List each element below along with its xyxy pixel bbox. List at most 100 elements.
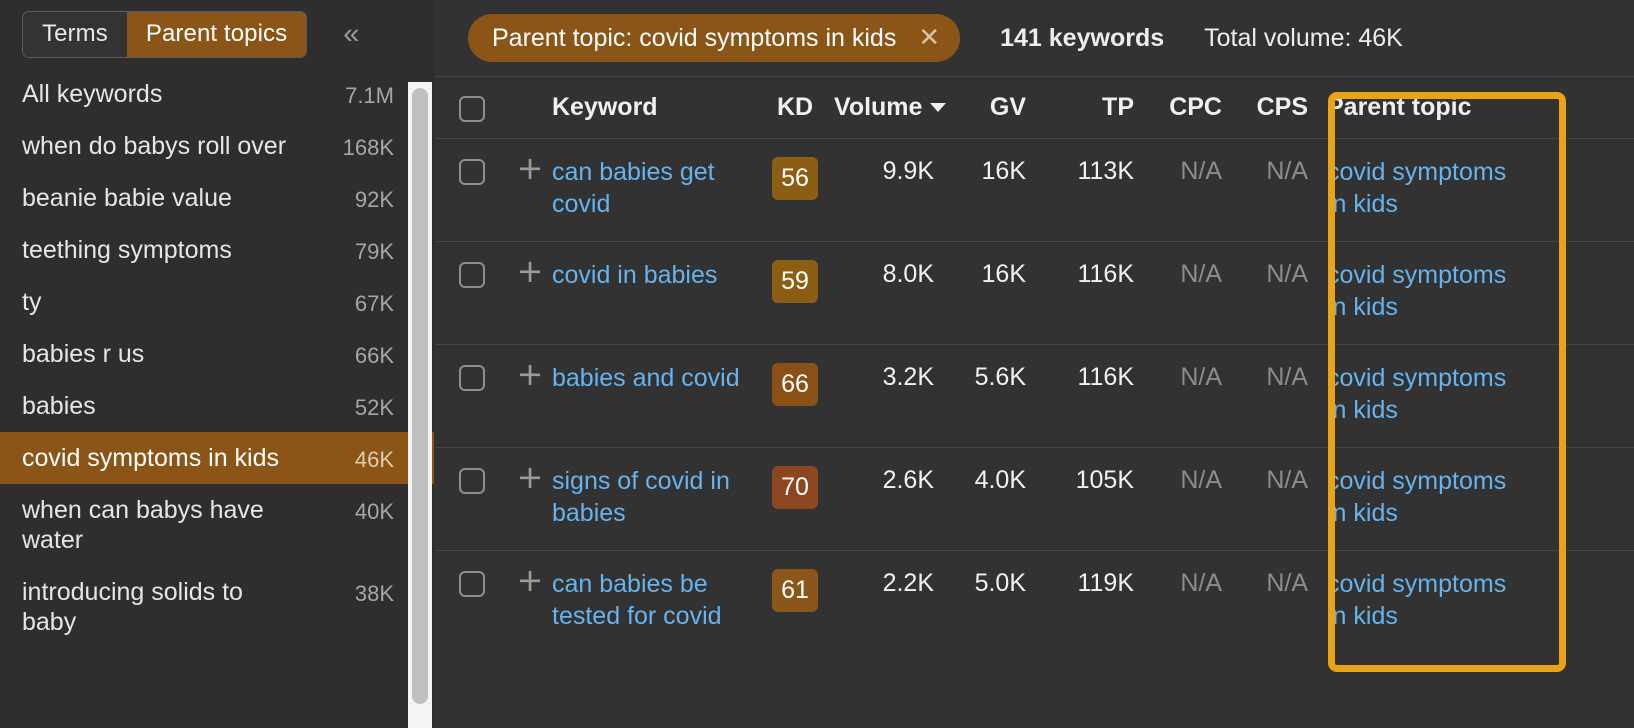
list-item-label: teething symptoms: [22, 236, 232, 264]
volume-value: 3.2K: [882, 363, 934, 391]
parent-topic-link[interactable]: covid symptoms in kids: [1327, 261, 1506, 321]
keyword-list: All keywords 7.1M when do babys roll ove…: [0, 68, 434, 728]
plus-icon[interactable]: +: [517, 564, 544, 596]
checkbox-icon[interactable]: [459, 95, 485, 122]
volume-value: 8.0K: [882, 260, 934, 288]
list-item[interactable]: introducing solids to baby 38K: [0, 566, 434, 648]
keyword-link[interactable]: can babies be tested for covid: [552, 570, 722, 630]
tp-value: 113K: [1077, 157, 1134, 185]
plus-icon[interactable]: +: [517, 152, 544, 184]
list-item-volume: 52K: [354, 395, 394, 420]
column-header-cps[interactable]: CPS: [1222, 93, 1308, 122]
gv-value: 16K: [981, 157, 1026, 185]
tp-value: 105K: [1075, 466, 1134, 494]
chip-label: Parent topic: covid symptoms in kids: [492, 23, 897, 52]
parent-topic-link[interactable]: covid symptoms in kids: [1327, 467, 1506, 527]
list-item[interactable]: babies r us 66K: [0, 328, 434, 380]
checkbox-icon[interactable]: [459, 262, 485, 288]
add-keyword-cell: +: [508, 461, 552, 493]
checkbox-icon[interactable]: [459, 468, 485, 494]
list-item-volume: 67K: [354, 291, 394, 316]
row-select-cell: [436, 363, 508, 391]
list-item-selected[interactable]: covid symptoms in kids 46K: [0, 432, 434, 484]
checkbox-icon[interactable]: [459, 365, 485, 391]
parent-topic-link[interactable]: covid symptoms in kids: [1327, 364, 1506, 424]
column-header-tp[interactable]: TP: [1026, 93, 1134, 122]
parent-topic-link[interactable]: covid symptoms in kids: [1327, 158, 1506, 218]
list-item[interactable]: when do babys roll over 168K: [0, 120, 434, 172]
list-item-label: babies: [22, 392, 96, 420]
close-icon[interactable]: ✕: [918, 25, 940, 51]
kd-badge: 66: [772, 363, 818, 406]
chevron-double-left-icon[interactable]: «: [343, 19, 359, 49]
cps-value: N/A: [1266, 157, 1308, 185]
main-panel: Parent topic: covid symptoms in kids ✕ 1…: [434, 0, 1634, 728]
column-header-parent-topic[interactable]: Parent topic: [1308, 93, 1522, 122]
checkbox-icon[interactable]: [459, 159, 485, 185]
list-item[interactable]: babies 52K: [0, 380, 434, 432]
list-item-volume: 7.1M: [345, 83, 394, 108]
gv-value: 5.6K: [974, 363, 1026, 391]
table-row[interactable]: + can babies be tested for covid 61 2.2K…: [436, 550, 1634, 653]
list-item-label: introducing solids to baby: [22, 578, 243, 636]
view-mode-toggle[interactable]: Terms Parent topics: [22, 10, 308, 58]
list-item-volume: 66K: [354, 343, 394, 368]
list-item-volume: 40K: [354, 499, 394, 524]
list-item-label: covid symptoms in kids: [22, 444, 280, 472]
total-volume: Total volume: 46K: [1204, 23, 1403, 52]
parent-topic-link[interactable]: covid symptoms in kids: [1327, 570, 1506, 630]
keywords-table: Keyword KD Volume GV TP CPC CPS Parent t…: [436, 76, 1634, 653]
cps-value: N/A: [1266, 466, 1308, 494]
sidebar-toolbar: Terms Parent topics «: [0, 0, 434, 68]
keyword-link[interactable]: covid in babies: [552, 261, 717, 289]
column-header-keyword[interactable]: Keyword: [552, 93, 756, 122]
select-all-cell: [436, 94, 508, 122]
checkbox-icon[interactable]: [459, 571, 485, 597]
list-item-volume: 46K: [354, 447, 394, 472]
volume-value: 9.9K: [882, 157, 934, 185]
list-item-volume: 38K: [354, 581, 394, 606]
tab-terms[interactable]: Terms: [23, 11, 127, 57]
table-row[interactable]: + babies and covid 66 3.2K 5.6K 116K N/A…: [436, 344, 1634, 447]
kd-badge: 70: [772, 466, 818, 509]
gv-value: 4.0K: [974, 466, 1026, 494]
tp-value: 116K: [1077, 260, 1134, 288]
keyword-link[interactable]: signs of covid in babies: [552, 467, 730, 527]
plus-icon[interactable]: +: [517, 358, 544, 390]
keyword-explorer-app: Terms Parent topics « All keywords 7.1M …: [0, 0, 1634, 728]
volume-value: 2.6K: [882, 466, 934, 494]
table-row[interactable]: + covid in babies 59 8.0K 16K 116K N/A N…: [436, 241, 1634, 344]
list-item[interactable]: All keywords 7.1M: [0, 68, 434, 120]
plus-icon[interactable]: +: [517, 461, 544, 493]
gv-value: 5.0K: [974, 569, 1026, 597]
column-header-gv[interactable]: GV: [934, 93, 1026, 122]
list-item[interactable]: teething symptoms 79K: [0, 224, 434, 276]
list-item-label: when can babys have water: [22, 496, 264, 554]
plus-icon[interactable]: +: [517, 255, 544, 287]
kd-badge: 56: [772, 157, 818, 200]
list-item-label: when do babys roll over: [22, 132, 287, 160]
sidebar-scrollbar-thumb[interactable]: [412, 88, 428, 704]
add-keyword-cell: +: [508, 564, 552, 596]
tp-value: 116K: [1077, 363, 1134, 391]
add-keyword-cell: +: [508, 255, 552, 287]
list-item[interactable]: beanie babie value 92K: [0, 172, 434, 224]
column-header-cpc[interactable]: CPC: [1134, 93, 1222, 122]
table-row[interactable]: + can babies get covid 56 9.9K 16K 113K …: [436, 138, 1634, 241]
keyword-link[interactable]: babies and covid: [552, 364, 740, 392]
row-select-cell: [436, 466, 508, 494]
keyword-link[interactable]: can babies get covid: [552, 158, 715, 218]
tab-parent-topics[interactable]: Parent topics: [126, 11, 307, 57]
column-header-volume[interactable]: Volume: [834, 93, 947, 122]
main-header: Parent topic: covid symptoms in kids ✕ 1…: [434, 0, 1634, 76]
list-item[interactable]: ty 67K: [0, 276, 434, 328]
parent-topic-filter-chip[interactable]: Parent topic: covid symptoms in kids ✕: [468, 14, 961, 62]
add-keyword-cell: +: [508, 152, 552, 184]
column-header-kd[interactable]: KD: [756, 93, 834, 122]
table-row[interactable]: + signs of covid in babies 70 2.6K 4.0K …: [436, 447, 1634, 550]
list-item[interactable]: when can babys have water 40K: [0, 484, 434, 566]
cpc-value: N/A: [1180, 363, 1222, 391]
volume-value: 2.2K: [882, 569, 934, 597]
keyword-count: 141 keywords: [1000, 23, 1165, 52]
list-item-label: ty: [22, 288, 42, 316]
